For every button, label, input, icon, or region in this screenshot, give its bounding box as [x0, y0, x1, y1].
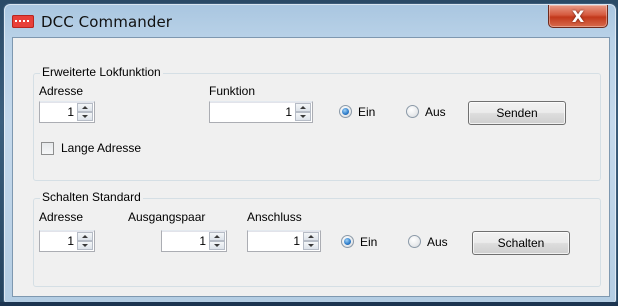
- funktion-label: Funktion: [209, 84, 256, 98]
- spin-up-button[interactable]: [303, 232, 319, 241]
- radio-aus-schalten[interactable]: [408, 235, 421, 248]
- radio-aus-lok[interactable]: [406, 105, 419, 118]
- window-title: DCC Commander: [41, 13, 173, 31]
- spin-down-button[interactable]: [303, 241, 319, 250]
- dcc-app-icon: [12, 15, 34, 28]
- spin-down-button[interactable]: [209, 241, 225, 250]
- schalten-adresse-spinner[interactable]: 1: [39, 230, 95, 252]
- radio-ein-schalten-label: Ein: [360, 235, 378, 249]
- group-erweiterte-lokfunktion: Erweiterte Lokfunktion Adresse 1 Funktio…: [33, 65, 601, 181]
- client-area: Erweiterte Lokfunktion Adresse 1 Funktio…: [12, 37, 610, 297]
- spin-up-button[interactable]: [77, 232, 93, 241]
- spin-down-button[interactable]: [77, 112, 93, 121]
- spinner-arrows-icon: [209, 232, 225, 250]
- adresse-spinner[interactable]: 1: [39, 101, 95, 123]
- spin-down-button[interactable]: [295, 112, 311, 121]
- anschluss-label: Anschluss: [247, 210, 302, 224]
- anschluss-value: 1: [293, 234, 300, 248]
- adresse-label: Adresse: [39, 84, 84, 98]
- funktion-spinner[interactable]: 1: [209, 101, 313, 123]
- radio-ein-lok-label: Ein: [358, 105, 376, 119]
- taskbar-edge: [0, 302, 618, 306]
- radio-ein-schalten[interactable]: [341, 235, 354, 248]
- spinner-arrows-icon: [77, 232, 93, 250]
- radio-aus-schalten-label: Aus: [427, 235, 448, 249]
- spinner-arrows-icon: [77, 103, 93, 121]
- ausgangspaar-spinner[interactable]: 1: [161, 230, 227, 252]
- spinner-arrows-icon: [303, 232, 319, 250]
- lange-adresse-checkbox[interactable]: [41, 142, 54, 155]
- spin-down-button[interactable]: [77, 241, 93, 250]
- close-button[interactable]: X: [548, 5, 608, 28]
- spinner-arrows-icon: [295, 103, 311, 121]
- spin-up-button[interactable]: [295, 103, 311, 112]
- spin-up-button[interactable]: [209, 232, 225, 241]
- radio-ein-lok[interactable]: [339, 105, 352, 118]
- anschluss-spinner[interactable]: 1: [247, 230, 321, 252]
- ausgangspaar-value: 1: [199, 234, 206, 248]
- funktion-value: 1: [285, 105, 292, 119]
- lange-adresse-label: Lange Adresse: [61, 141, 142, 155]
- group-title-lokfunktion: Erweiterte Lokfunktion: [40, 65, 163, 79]
- schalten-adresse-value: 1: [67, 234, 74, 248]
- adresse-value: 1: [67, 105, 74, 119]
- spin-up-button[interactable]: [77, 103, 93, 112]
- group-schalten-standard: Schalten Standard Adresse 1 Ausgangspaar…: [33, 190, 601, 287]
- group-title-schalten: Schalten Standard: [40, 190, 143, 204]
- title-bar[interactable]: DCC Commander X: [4, 4, 616, 38]
- schalten-adresse-label: Adresse: [39, 210, 84, 224]
- close-icon: X: [571, 6, 585, 26]
- dcc-commander-window: DCC Commander X Erweiterte Lokfunktion A…: [3, 3, 617, 304]
- schalten-button[interactable]: Schalten: [472, 231, 570, 255]
- senden-button[interactable]: Senden: [468, 101, 566, 125]
- radio-aus-lok-label: Aus: [425, 105, 446, 119]
- ausgangspaar-label: Ausgangspaar: [128, 210, 206, 224]
